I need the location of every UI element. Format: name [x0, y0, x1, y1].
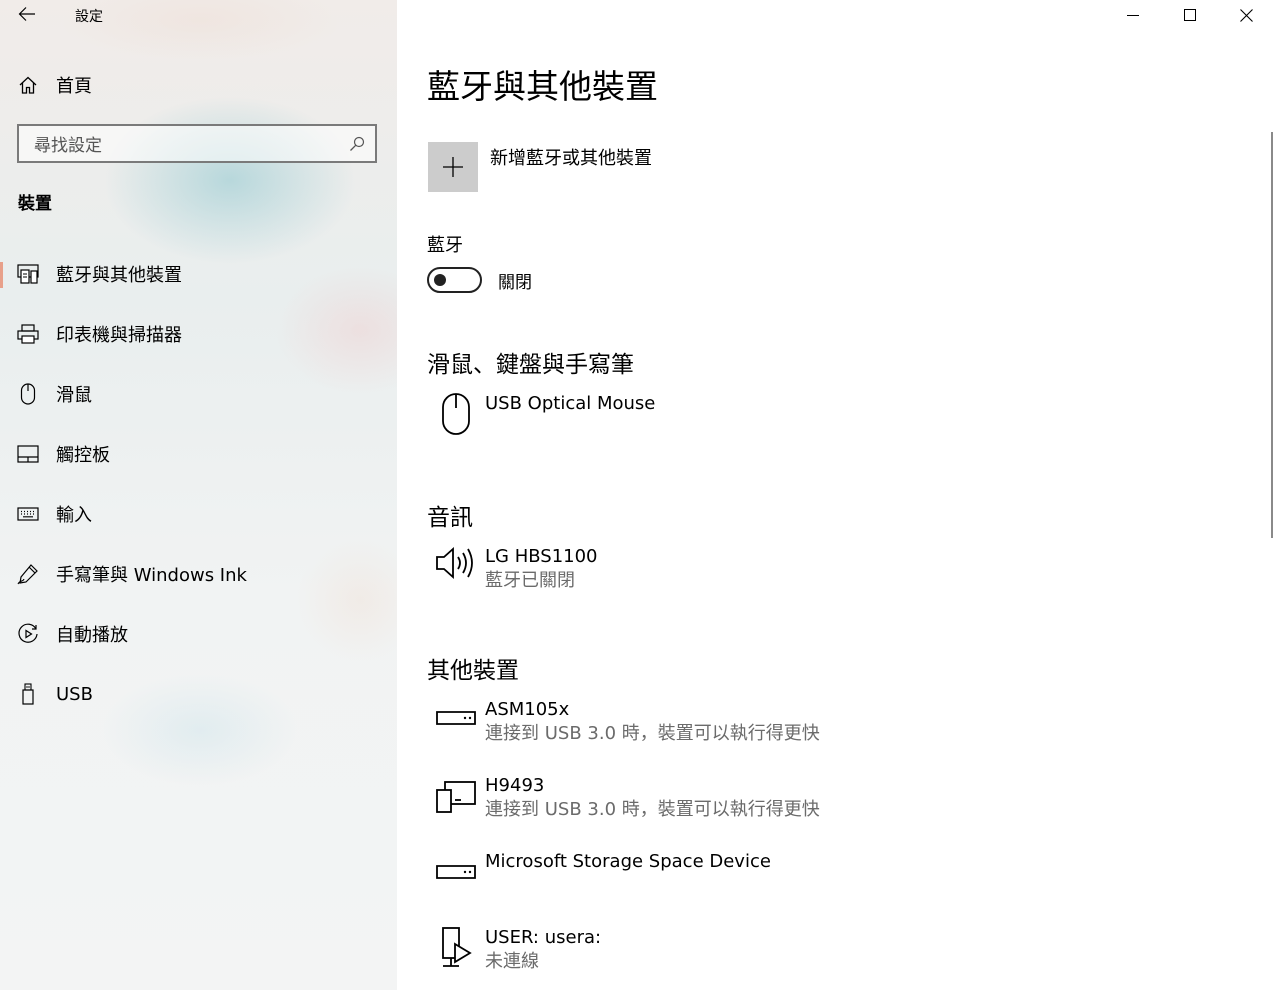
- device-item[interactable]: H9493 連接到 USB 3.0 時，裝置可以執行得更快: [427, 774, 820, 822]
- media-device-icon: [442, 927, 472, 967]
- mouse-icon: [442, 393, 470, 435]
- drive-icon: [436, 865, 476, 879]
- search-icon[interactable]: [349, 136, 365, 152]
- mouse-icon: [20, 383, 36, 405]
- main-content: 藍牙與其他裝置 新增藍牙或其他裝置 藍牙 關閉 滑鼠、鍵盤與手寫筆 USB Op…: [397, 0, 1275, 990]
- sidebar-item-bluetooth[interactable]: 藍牙與其他裝置: [0, 244, 397, 304]
- sidebar-item-label: 藍牙與其他裝置: [56, 265, 182, 286]
- sidebar-item-label: 自動播放: [56, 625, 128, 646]
- printer-icon: [17, 324, 39, 344]
- device-item[interactable]: LG HBS1100 藍牙已關閉: [427, 545, 598, 593]
- device-item[interactable]: Microsoft Storage Space Device: [427, 850, 771, 880]
- bluetooth-devices-icon: [17, 264, 39, 284]
- bluetooth-toggle-row: 關閉: [427, 267, 532, 293]
- device-name: Microsoft Storage Space Device: [485, 851, 771, 872]
- device-status: 未連線: [485, 951, 539, 972]
- add-device-label[interactable]: 新增藍牙或其他裝置: [490, 144, 652, 192]
- sidebar: 設定 首頁 尋找設定 裝置 藍牙與其他裝置 印表機與掃描器 滑鼠 觸控板 輸入 …: [0, 0, 397, 990]
- sidebar-item-label: 輸入: [56, 505, 92, 526]
- nav-list: 藍牙與其他裝置 印表機與掃描器 滑鼠 觸控板 輸入 手寫筆與 Windows I…: [0, 244, 397, 724]
- section-title: 裝置: [18, 194, 52, 214]
- sidebar-item-label: 滑鼠: [56, 385, 92, 406]
- pen-icon: [17, 564, 38, 585]
- sidebar-item-mouse[interactable]: 滑鼠: [0, 364, 397, 424]
- sidebar-item-label: 手寫筆與 Windows Ink: [56, 565, 247, 586]
- close-button[interactable]: [1218, 0, 1275, 30]
- app-title: 設定: [75, 9, 103, 25]
- sidebar-item-label: 印表機與掃描器: [56, 325, 182, 346]
- page-title: 藍牙與其他裝置: [427, 67, 658, 106]
- device-name: USER: usera:: [485, 927, 602, 948]
- group-title-mouse: 滑鼠、鍵盤與手寫筆: [427, 352, 634, 378]
- device-name: ASM105x: [485, 699, 570, 720]
- nav-home-label: 首頁: [56, 76, 92, 97]
- minimize-icon: [1126, 15, 1139, 16]
- close-icon: [1240, 8, 1253, 22]
- sidebar-item-touchpad[interactable]: 觸控板: [0, 424, 397, 484]
- scrollbar[interactable]: [1271, 132, 1273, 538]
- sidebar-item-autoplay[interactable]: 自動播放: [0, 604, 397, 664]
- maximize-button[interactable]: [1161, 0, 1218, 30]
- toggle-knob: [434, 274, 446, 286]
- add-device-button[interactable]: 新增藍牙或其他裝置: [428, 142, 652, 192]
- device-item[interactable]: USB Optical Mouse: [427, 392, 655, 436]
- plus-icon: [443, 157, 463, 177]
- home-icon: [19, 76, 37, 94]
- device-status: 連接到 USB 3.0 時，裝置可以執行得更快: [485, 799, 820, 820]
- device-item[interactable]: ASM105x 連接到 USB 3.0 時，裝置可以執行得更快: [427, 698, 820, 746]
- add-device-tile[interactable]: [428, 142, 478, 192]
- keyboard-icon: [17, 507, 39, 521]
- drive-icon: [436, 711, 476, 725]
- group-title-audio: 音訊: [427, 505, 473, 531]
- nav-home[interactable]: 首頁: [0, 66, 397, 104]
- bluetooth-label: 藍牙: [427, 235, 463, 256]
- device-item[interactable]: USER: usera: 未連線: [427, 926, 601, 974]
- autoplay-icon: [18, 623, 38, 643]
- device-name: USB Optical Mouse: [485, 393, 656, 414]
- device-status: 連接到 USB 3.0 時，裝置可以執行得更快: [485, 723, 820, 744]
- device-status: 藍牙已關閉: [485, 570, 575, 591]
- search-input[interactable]: 尋找設定: [17, 124, 377, 163]
- title-bar: 設定: [0, 0, 397, 30]
- device-name: H9493: [485, 775, 545, 796]
- sidebar-item-printers[interactable]: 印表機與掃描器: [0, 304, 397, 364]
- back-button[interactable]: [12, 0, 42, 28]
- minimize-button[interactable]: [1104, 0, 1161, 30]
- sidebar-item-usb[interactable]: USB: [0, 664, 397, 724]
- touchpad-icon: [17, 445, 39, 463]
- bluetooth-state-label: 關閉: [498, 272, 532, 293]
- multiple-devices-icon: [436, 781, 476, 813]
- bluetooth-toggle[interactable]: [427, 267, 482, 293]
- sidebar-item-label: USB: [56, 683, 93, 705]
- device-name: LG HBS1100: [485, 546, 598, 567]
- sidebar-item-label: 觸控板: [56, 445, 110, 466]
- window-controls: [1104, 0, 1275, 30]
- group-title-other: 其他裝置: [427, 658, 519, 684]
- search-placeholder: 尋找設定: [34, 136, 102, 156]
- sidebar-item-pen[interactable]: 手寫筆與 Windows Ink: [0, 544, 397, 604]
- sidebar-item-typing[interactable]: 輸入: [0, 484, 397, 544]
- maximize-icon: [1183, 9, 1196, 21]
- back-arrow-icon: [18, 7, 35, 21]
- speaker-icon: [436, 546, 473, 580]
- usb-icon: [22, 683, 34, 705]
